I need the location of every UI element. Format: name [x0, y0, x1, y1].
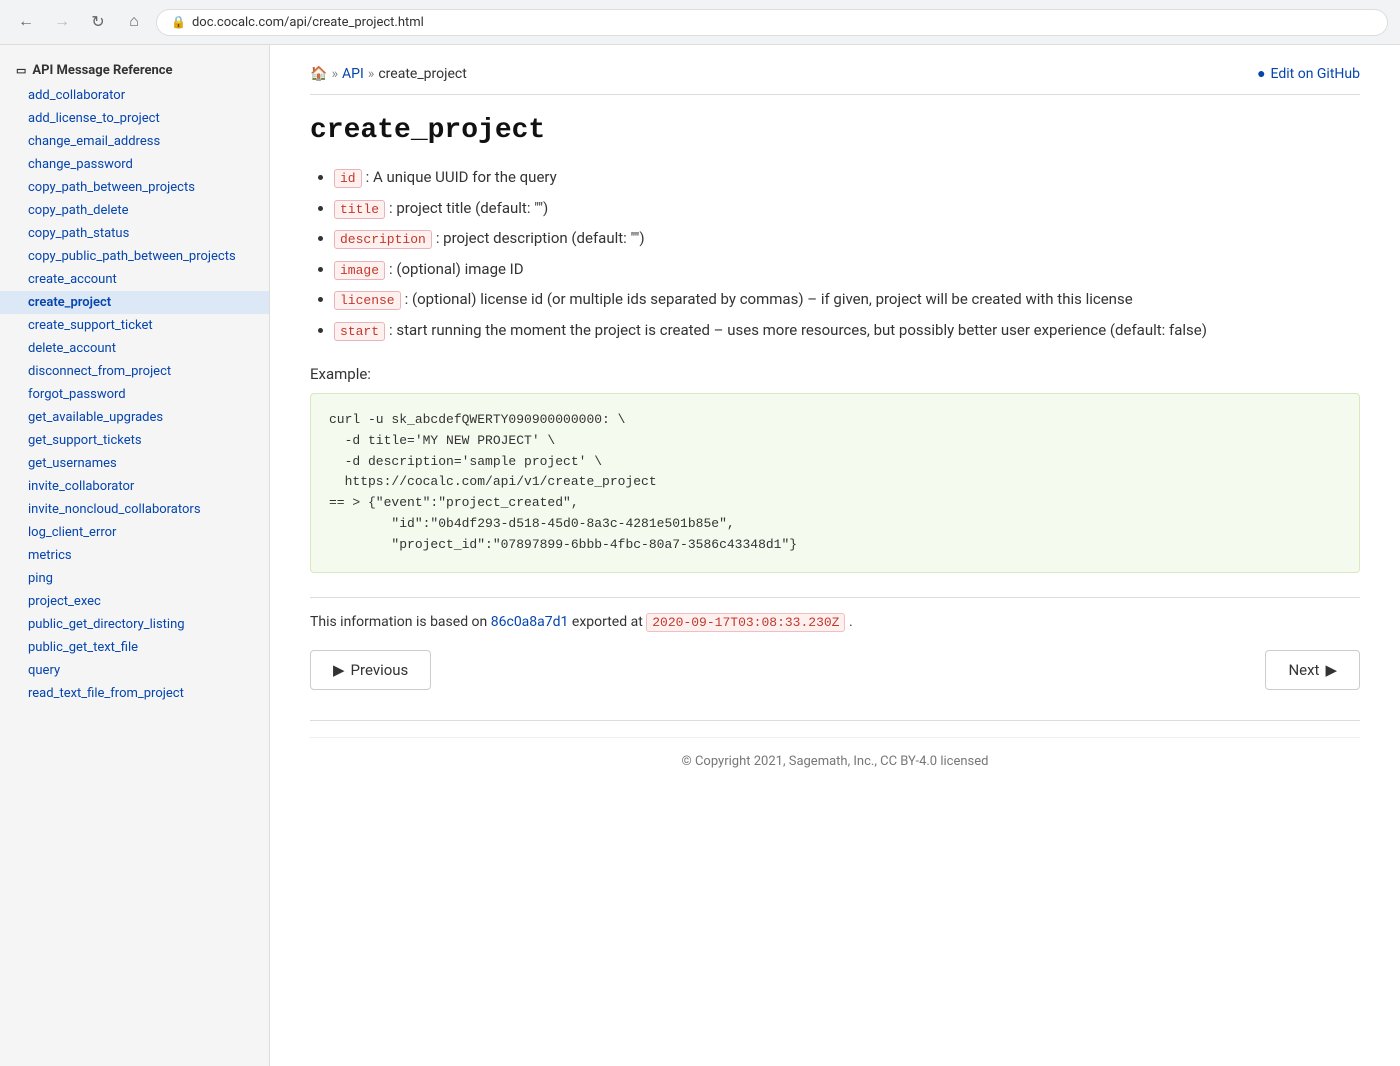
param-list: id: A unique UUID for the querytitle: pr…: [310, 166, 1360, 341]
sidebar-item-invite_noncloud_collaborators[interactable]: invite_noncloud_collaborators: [0, 498, 269, 521]
back-button[interactable]: ←: [12, 8, 40, 36]
footer-divider: [310, 720, 1360, 721]
sidebar-item-get_support_tickets[interactable]: get_support_tickets: [0, 429, 269, 452]
url-text: doc.cocalc.com/api/create_project.html: [192, 15, 424, 30]
info-text: This information is based on 86c0a8a7d1 …: [310, 614, 1360, 630]
sidebar-item-public_get_directory_listing[interactable]: public_get_directory_listing: [0, 613, 269, 636]
sidebar-item-project_exec[interactable]: project_exec: [0, 590, 269, 613]
param-item: title: project title (default: ""): [334, 197, 1360, 220]
sidebar-item-change_email_address[interactable]: change_email_address: [0, 130, 269, 153]
sidebar-item-ping[interactable]: ping: [0, 567, 269, 590]
info-mid: exported at: [572, 614, 646, 630]
param-text: : A unique UUID for the query: [366, 168, 557, 186]
info-link[interactable]: 86c0a8a7d1: [491, 614, 569, 630]
param-badge-id: id: [334, 169, 362, 188]
param-text: : project title (default: ""): [389, 199, 548, 217]
sidebar-item-metrics[interactable]: metrics: [0, 544, 269, 567]
sidebar-item-query[interactable]: query: [0, 659, 269, 682]
param-text: : (optional) license id (or multiple ids…: [405, 290, 1133, 308]
sidebar-item-get_available_upgrades[interactable]: get_available_upgrades: [0, 406, 269, 429]
param-item: description: project description (defaul…: [334, 227, 1360, 250]
sidebar-item-create_support_ticket[interactable]: create_support_ticket: [0, 314, 269, 337]
sidebar-item-forgot_password[interactable]: forgot_password: [0, 383, 269, 406]
param-text: : (optional) image ID: [389, 260, 524, 278]
breadcrumb: 🏠 » API » create_project ● Edit on GitHu…: [310, 65, 1360, 82]
sidebar-toggle-icon: ▭: [16, 64, 26, 77]
footer: © Copyright 2021, Sagemath, Inc., CC BY-…: [310, 737, 1360, 769]
sidebar-items-container: add_collaboratoradd_license_to_projectch…: [0, 84, 269, 705]
next-button[interactable]: Next ▶: [1265, 650, 1360, 690]
sidebar-section-label: API Message Reference: [32, 63, 172, 78]
next-icon: ▶: [1325, 661, 1337, 679]
param-badge-title: title: [334, 200, 385, 219]
nav-buttons: ▶ Previous Next ▶: [310, 650, 1360, 690]
home-button[interactable]: ⌂: [120, 8, 148, 36]
sidebar-item-delete_account[interactable]: delete_account: [0, 337, 269, 360]
sidebar-item-copy_path_status[interactable]: copy_path_status: [0, 222, 269, 245]
param-item: start: start running the moment the proj…: [334, 319, 1360, 342]
info-suffix: .: [849, 614, 853, 630]
sidebar: ▭ API Message Reference add_collaborator…: [0, 45, 270, 1066]
previous-button[interactable]: ▶ Previous: [310, 650, 431, 690]
sidebar-item-add_license_to_project[interactable]: add_license_to_project: [0, 107, 269, 130]
lock-icon: 🔒: [171, 15, 186, 29]
breadcrumb-api-link[interactable]: API: [342, 66, 364, 82]
param-badge-description: description: [334, 230, 432, 249]
browser-chrome: ← → ↻ ⌂ 🔒 doc.cocalc.com/api/create_proj…: [0, 0, 1400, 45]
param-item: id: A unique UUID for the query: [334, 166, 1360, 189]
forward-button[interactable]: →: [48, 8, 76, 36]
previous-label: Previous: [351, 661, 409, 679]
address-bar[interactable]: 🔒 doc.cocalc.com/api/create_project.html: [156, 9, 1388, 36]
info-prefix: This information is based on: [310, 614, 491, 630]
sidebar-item-add_collaborator[interactable]: add_collaborator: [0, 84, 269, 107]
param-text: : project description (default: ""): [436, 229, 645, 247]
sidebar-item-read_text_file_from_project[interactable]: read_text_file_from_project: [0, 682, 269, 705]
example-label: Example:: [310, 365, 1360, 383]
code-block: curl -u sk_abcdefQWERTY090900000000: \ -…: [310, 393, 1360, 573]
edit-on-github-link[interactable]: ● Edit on GitHub: [1257, 65, 1360, 82]
param-badge-image: image: [334, 261, 385, 280]
breadcrumb-sep-2: »: [368, 66, 375, 82]
main-content: 🏠 » API » create_project ● Edit on GitHu…: [270, 45, 1400, 1066]
page-layout: ▭ API Message Reference add_collaborator…: [0, 45, 1400, 1066]
info-timestamp: 2020-09-17T03:08:33.230Z: [646, 613, 845, 632]
breadcrumb-home[interactable]: 🏠: [310, 66, 327, 82]
sidebar-item-copy_path_between_projects[interactable]: copy_path_between_projects: [0, 176, 269, 199]
sidebar-item-create_account[interactable]: create_account: [0, 268, 269, 291]
sidebar-item-change_password[interactable]: change_password: [0, 153, 269, 176]
reload-button[interactable]: ↻: [84, 8, 112, 36]
next-label: Next: [1288, 661, 1319, 679]
breadcrumb-sep-1: »: [331, 66, 338, 82]
page-title: create_project: [310, 115, 1360, 146]
sidebar-item-copy_path_delete[interactable]: copy_path_delete: [0, 199, 269, 222]
param-item: license: (optional) license id (or multi…: [334, 288, 1360, 311]
header-divider: [310, 94, 1360, 95]
sidebar-item-invite_collaborator[interactable]: invite_collaborator: [0, 475, 269, 498]
sidebar-item-copy_public_path_between_projects[interactable]: copy_public_path_between_projects: [0, 245, 269, 268]
param-badge-license: license: [334, 291, 401, 310]
sidebar-item-disconnect_from_project[interactable]: disconnect_from_project: [0, 360, 269, 383]
footer-text: © Copyright 2021, Sagemath, Inc., CC BY-…: [682, 754, 989, 769]
sidebar-item-get_usernames[interactable]: get_usernames: [0, 452, 269, 475]
sidebar-section-title[interactable]: ▭ API Message Reference: [0, 57, 269, 84]
sidebar-item-public_get_text_file[interactable]: public_get_text_file: [0, 636, 269, 659]
edit-on-github-label: Edit on GitHub: [1271, 66, 1360, 82]
github-icon: ●: [1257, 65, 1265, 82]
info-divider: [310, 597, 1360, 598]
sidebar-item-create_project[interactable]: create_project: [0, 291, 269, 314]
breadcrumb-current: create_project: [378, 66, 466, 82]
sidebar-item-log_client_error[interactable]: log_client_error: [0, 521, 269, 544]
param-text: : start running the moment the project i…: [389, 321, 1207, 339]
param-item: image: (optional) image ID: [334, 258, 1360, 281]
param-badge-start: start: [334, 322, 385, 341]
previous-icon: ▶: [333, 661, 345, 679]
